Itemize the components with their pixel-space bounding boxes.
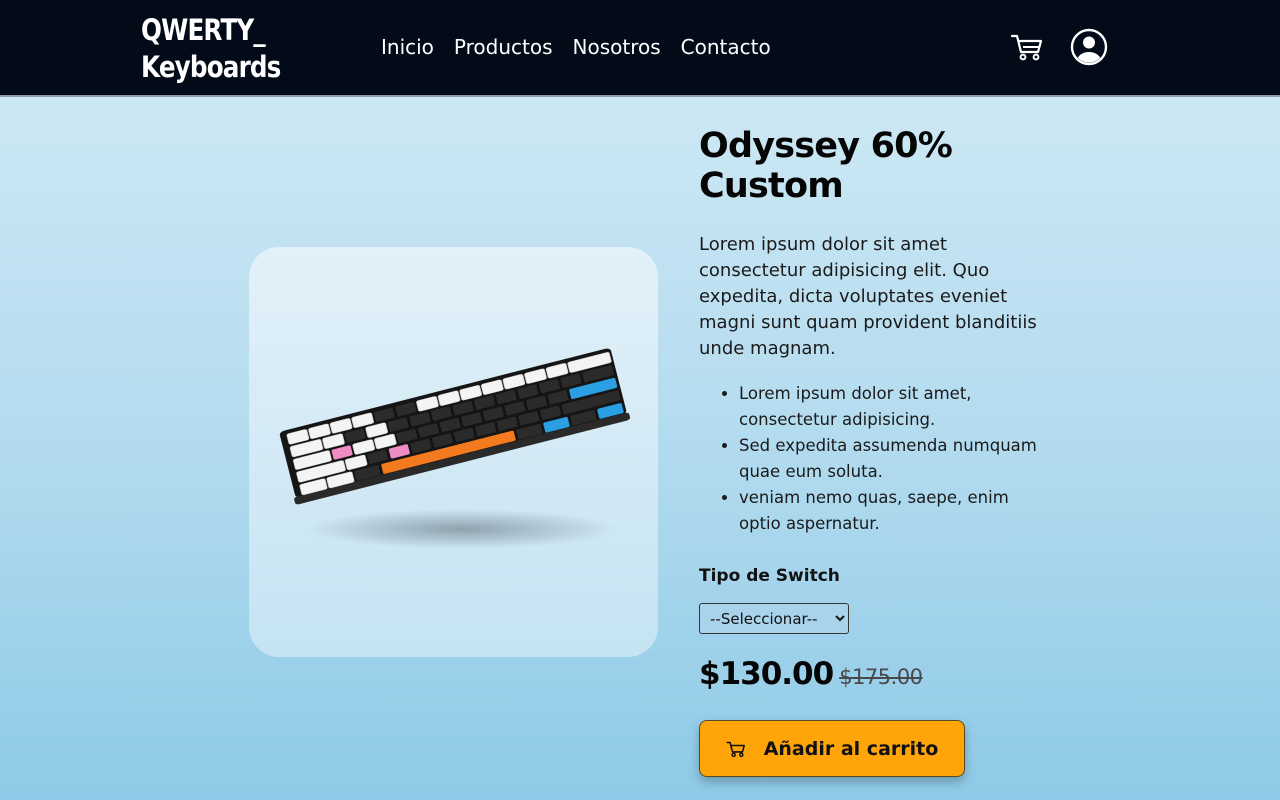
current-price: $130.00 xyxy=(699,656,834,692)
cart-icon xyxy=(1010,34,1043,61)
nav-link-contacto[interactable]: Contacto xyxy=(681,33,771,61)
product-description: Lorem ipsum dolor sit amet consectetur a… xyxy=(699,234,1037,359)
product-title: Odyssey 60% Custom xyxy=(699,126,953,206)
keyboard-image xyxy=(279,348,631,549)
price-row: $130.00 $175.00 xyxy=(699,656,923,692)
main-nav: Inicio Productos Nosotros Contacto xyxy=(381,33,771,61)
nav-link-inicio[interactable]: Inicio xyxy=(381,33,434,61)
nav-link-nosotros[interactable]: Nosotros xyxy=(573,33,661,61)
logo-line-2: Keyboards xyxy=(141,50,281,84)
feature-item: Lorem ipsum dolor sit amet, consectetur … xyxy=(739,381,1039,433)
logo-line-1: QWERTY_ xyxy=(141,13,266,47)
site-header: QWERTY_ Keyboards Inicio Productos Nosot… xyxy=(0,0,1280,97)
feature-item: Sed expedita assumenda numquam quae eum … xyxy=(739,433,1039,485)
user-account-button[interactable] xyxy=(1070,28,1108,66)
user-icon xyxy=(1070,28,1108,66)
feature-list: Lorem ipsum dolor sit amet, consectetur … xyxy=(699,381,1039,537)
feature-item: veniam nemo quas, saepe, enim optio aspe… xyxy=(739,485,1039,537)
product-details: Odyssey 60% Custom Lorem ipsum dolor sit… xyxy=(699,126,1039,777)
site-logo[interactable]: QWERTY_ Keyboards xyxy=(141,12,281,86)
add-to-cart-label: Añadir al carrito xyxy=(763,737,939,760)
cart-button[interactable] xyxy=(1008,28,1046,66)
product-image-card xyxy=(249,247,658,657)
switch-type-select[interactable]: --Seleccionar-- xyxy=(699,603,849,634)
nav-link-productos[interactable]: Productos xyxy=(454,33,553,61)
add-to-cart-button[interactable]: Añadir al carrito xyxy=(699,720,965,777)
old-price: $175.00 xyxy=(839,665,923,689)
cart-icon xyxy=(726,741,745,757)
switch-type-label: Tipo de Switch xyxy=(699,566,840,586)
